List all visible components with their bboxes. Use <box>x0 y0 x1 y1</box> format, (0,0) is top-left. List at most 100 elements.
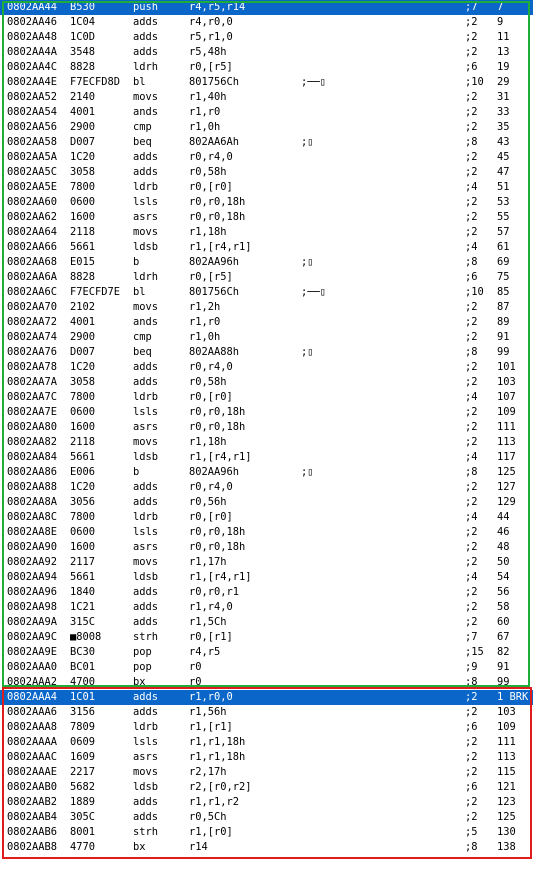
operands: r0,[r5] <box>189 271 233 283</box>
disasm-row[interactable]: 0802AA7C 7800 ldrb r0,[r0] ;4 107 <box>0 390 533 405</box>
comment: ;──▯ <box>301 286 327 298</box>
disasm-row[interactable]: 0802AA56 2900 cmp r1,0h ;2 35 <box>0 120 533 135</box>
cycle-total: 56 <box>497 586 510 598</box>
disasm-row[interactable]: 0802AAB8 4770 bx r14 ;8 138 <box>0 840 533 855</box>
address: 0802AAA2 <box>7 676 58 688</box>
disasm-row[interactable]: 0802AA66 5661 ldsb r1,[r4,r1] ;4 61 <box>0 240 533 255</box>
disasm-row[interactable]: 0802AA94 5661 ldsb r1,[r4,r1] ;4 54 <box>0 570 533 585</box>
disasm-row[interactable]: 0802AA58 D007 beq 802AA6Ah ;▯ ;8 43 <box>0 135 533 150</box>
opcode-hex: 1C04 <box>70 16 96 28</box>
cycles: ;2 <box>465 481 478 493</box>
disasm-row[interactable]: 0802AA44 B530 push r4,r5,r14 ;7 7 <box>0 0 533 15</box>
mnemonic: adds <box>133 16 159 28</box>
cycle-total: 111 <box>497 421 516 433</box>
comment: ;──▯ <box>301 76 327 88</box>
cycle-total: 31 <box>497 91 510 103</box>
opcode-hex: 305C <box>70 811 96 823</box>
disasm-row[interactable]: 0802AAB0 5682 ldsb r2,[r0,r2] ;6 121 <box>0 780 533 795</box>
disasm-row[interactable]: 0802AA76 D007 beq 802AA88h ;▯ ;8 99 <box>0 345 533 360</box>
opcode-hex: 5661 <box>70 451 96 463</box>
disasm-row[interactable]: 0802AA68 E015 b 802AA96h ;▯ ;8 69 <box>0 255 533 270</box>
cycles: ;2 <box>465 301 478 313</box>
disasm-row[interactable]: 0802AA4C 8828 ldrh r0,[r5] ;6 19 <box>0 60 533 75</box>
disasm-row[interactable]: 0802AA60 0600 lsls r0,r0,18h ;2 53 <box>0 195 533 210</box>
disasm-row[interactable]: 0802AA4A 3548 adds r5,48h ;2 13 <box>0 45 533 60</box>
disasm-row[interactable]: 0802AAA6 3156 adds r1,56h ;2 103 <box>0 705 533 720</box>
disasm-row[interactable]: 0802AA7A 3058 adds r0,58h ;2 103 <box>0 375 533 390</box>
disasm-row[interactable]: 0802AA9C ■8008 strh r0,[r1] ;7 67 <box>0 630 533 645</box>
mnemonic: adds <box>133 601 159 613</box>
disasm-row[interactable]: 0802AAAE 2217 movs r2,17h ;2 115 <box>0 765 533 780</box>
opcode-hex: 4001 <box>70 316 96 328</box>
operands: r1,5Ch <box>189 616 227 628</box>
disasm-row[interactable]: 0802AAB6 8001 strh r1,[r0] ;5 130 <box>0 825 533 840</box>
disasm-row[interactable]: 0802AA5A 1C20 adds r0,r4,0 ;2 45 <box>0 150 533 165</box>
operands: r1,r0,0 <box>189 691 233 703</box>
opcode-hex: B530 <box>70 1 96 13</box>
disasm-row[interactable]: 0802AA62 1600 asrs r0,r0,18h ;2 55 <box>0 210 533 225</box>
disasm-row[interactable]: 0802AAB4 305C adds r0,5Ch ;2 125 <box>0 810 533 825</box>
disasm-row[interactable]: 0802AA82 2118 movs r1,18h ;2 113 <box>0 435 533 450</box>
disasm-row[interactable]: 0802AA8C 7800 ldrb r0,[r0] ;4 44 <box>0 510 533 525</box>
disasm-row[interactable]: 0802AA8E 0600 lsls r0,r0,18h ;2 46 <box>0 525 533 540</box>
disasm-row[interactable]: 0802AA98 1C21 adds r1,r4,0 ;2 58 <box>0 600 533 615</box>
disasm-row[interactable]: 0802AA78 1C20 adds r0,r4,0 ;2 101 <box>0 360 533 375</box>
disasm-row[interactable]: 0802AA7E 0600 lsls r0,r0,18h ;2 109 <box>0 405 533 420</box>
disasm-row[interactable]: 0802AA8A 3056 adds r0,56h ;2 129 <box>0 495 533 510</box>
disasm-row[interactable]: 0802AAA2 4700 bx r0 ;8 99 <box>0 675 533 690</box>
disasm-row[interactable]: 0802AAA8 7809 ldrb r1,[r1] ;6 109 <box>0 720 533 735</box>
address: 0802AA98 <box>7 601 58 613</box>
disasm-row[interactable]: 0802AA9A 315C adds r1,5Ch ;2 60 <box>0 615 533 630</box>
cycles: ;8 <box>465 676 478 688</box>
disasm-row[interactable]: 0802AA96 1840 adds r0,r0,r1 ;2 56 <box>0 585 533 600</box>
disasm-row[interactable]: 0802AA64 2118 movs r1,18h ;2 57 <box>0 225 533 240</box>
cycles: ;2 <box>465 751 478 763</box>
disasm-row[interactable]: 0802AA5C 3058 adds r0,58h ;2 47 <box>0 165 533 180</box>
cycle-total: 47 <box>497 166 510 178</box>
disasm-row[interactable]: 0802AA4E F7ECFD8D bl 801756Ch ;──▯ ;10 29 <box>0 75 533 90</box>
operands: 802AA6Ah <box>189 136 240 148</box>
operands: r2,[r0,r2] <box>189 781 252 793</box>
address: 0802AA96 <box>7 586 58 598</box>
disasm-row[interactable]: 0802AA80 1600 asrs r0,r0,18h ;2 111 <box>0 420 533 435</box>
disasm-row[interactable]: 0802AA72 4001 ands r1,r0 ;2 89 <box>0 315 533 330</box>
disasm-row[interactable]: 0802AA9E BC30 pop r4,r5 ;15 82 <box>0 645 533 660</box>
opcode-hex: 3058 <box>70 166 96 178</box>
operands: r1,0h <box>189 331 221 343</box>
disasm-row[interactable]: 0802AA6C F7ECFD7E bl 801756Ch ;──▯ ;10 85 <box>0 285 533 300</box>
operands: r1,17h <box>189 556 227 568</box>
cycles: ;2 <box>465 706 478 718</box>
disasm-row[interactable]: 0802AAA4 1C01 adds r1,r0,0 ;2 1 BRK <box>0 690 533 705</box>
disasm-row[interactable]: 0802AA46 1C04 adds r4,r0,0 ;2 9 <box>0 15 533 30</box>
disasm-row[interactable]: 0802AAAC 1609 asrs r1,r1,18h ;2 113 <box>0 750 533 765</box>
operands: r0,[r1] <box>189 631 233 643</box>
disasm-row[interactable]: 0802AA92 2117 movs r1,17h ;2 50 <box>0 555 533 570</box>
operands: r1,r0 <box>189 106 221 118</box>
address: 0802AA80 <box>7 421 58 433</box>
disasm-row[interactable]: 0802AAB2 1889 adds r1,r1,r2 ;2 123 <box>0 795 533 810</box>
cycles: ;2 <box>465 376 478 388</box>
disasm-row[interactable]: 0802AA88 1C20 adds r0,r4,0 ;2 127 <box>0 480 533 495</box>
disasm-row[interactable]: 0802AA6A 8828 ldrh r0,[r5] ;6 75 <box>0 270 533 285</box>
mnemonic: lsls <box>133 196 159 208</box>
opcode-hex: E006 <box>70 466 96 478</box>
disasm-row[interactable]: 0802AA70 2102 movs r1,2h ;2 87 <box>0 300 533 315</box>
opcode-hex: 2117 <box>70 556 96 568</box>
disasm-row[interactable]: 0802AAAA 0609 lsls r1,r1,18h ;2 111 <box>0 735 533 750</box>
cycle-total: 69 <box>497 256 510 268</box>
disasm-row[interactable]: 0802AA74 2900 cmp r1,0h ;2 91 <box>0 330 533 345</box>
mnemonic: asrs <box>133 751 159 763</box>
disasm-row[interactable]: 0802AA90 1600 asrs r0,r0,18h ;2 48 <box>0 540 533 555</box>
opcode-hex: 8001 <box>70 826 96 838</box>
disasm-row[interactable]: 0802AA48 1C0D adds r5,r1,0 ;2 11 <box>0 30 533 45</box>
disasm-row[interactable]: 0802AA54 4001 ands r1,r0 ;2 33 <box>0 105 533 120</box>
disasm-row[interactable]: 0802AAA0 BC01 pop r0 ;9 91 <box>0 660 533 675</box>
disasm-row[interactable]: 0802AA5E 7800 ldrb r0,[r0] ;4 51 <box>0 180 533 195</box>
mnemonic: cmp <box>133 331 152 343</box>
address: 0802AAA8 <box>7 721 58 733</box>
disasm-row[interactable]: 0802AA86 E006 b 802AA96h ;▯ ;8 125 <box>0 465 533 480</box>
disasm-row[interactable]: 0802AA84 5661 ldsb r1,[r4,r1] ;4 117 <box>0 450 533 465</box>
cycles: ;6 <box>465 271 478 283</box>
cycles: ;8 <box>465 841 478 853</box>
disasm-row[interactable]: 0802AA52 2140 movs r1,40h ;2 31 <box>0 90 533 105</box>
